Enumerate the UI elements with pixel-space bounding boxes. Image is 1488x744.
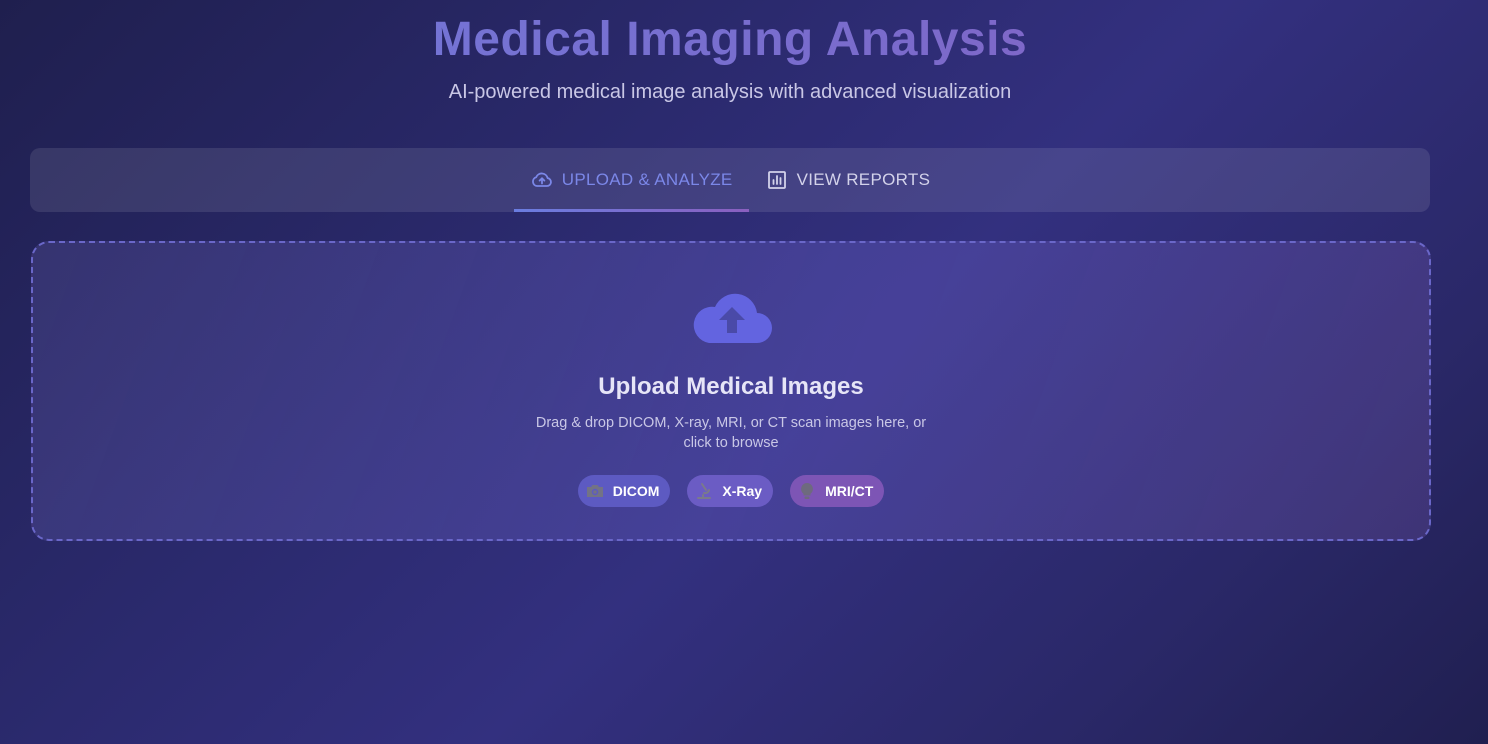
tab-view-reports-label: VIEW REPORTS bbox=[796, 170, 931, 189]
upload-dropzone[interactable]: Upload Medical Images Drag & drop DICOM,… bbox=[31, 241, 1431, 541]
format-chip-xray-label: X-Ray bbox=[722, 483, 763, 499]
cloud-upload-icon bbox=[691, 287, 773, 345]
tab-view-reports[interactable]: VIEW REPORTS bbox=[749, 148, 947, 212]
tab-upload-analyze-label: UPLOAD & ANALYZE bbox=[561, 170, 733, 189]
lightbulb-icon bbox=[797, 481, 817, 501]
format-chip-dicom[interactable]: DICOM bbox=[577, 475, 671, 507]
page-subtitle: AI-powered medical image analysis with a… bbox=[448, 81, 1012, 103]
bar-chart-icon bbox=[765, 168, 789, 192]
format-chip-xray[interactable]: X-Ray bbox=[687, 475, 774, 507]
cloud-upload-icon bbox=[530, 168, 554, 192]
upload-title: Upload Medical Images bbox=[598, 373, 864, 400]
page-title: Medical Imaging Analysis bbox=[0, 12, 1460, 68]
tab-upload-analyze[interactable]: UPLOAD & ANALYZE bbox=[513, 148, 749, 212]
format-chip-mri-ct[interactable]: MRI/CT bbox=[790, 475, 885, 507]
format-chip-mri-ct-label: MRI/CT bbox=[825, 483, 874, 499]
upload-description: Drag & drop DICOM, X-ray, MRI, or CT sca… bbox=[535, 415, 927, 451]
microscope-icon bbox=[694, 481, 714, 501]
tab-bar: UPLOAD & ANALYZE VIEW REPORTS bbox=[30, 148, 1430, 212]
format-chips: DICOM X-Ray MRI/CT bbox=[33, 475, 1429, 507]
camera-icon bbox=[585, 481, 605, 501]
format-chip-dicom-label: DICOM bbox=[612, 483, 660, 499]
